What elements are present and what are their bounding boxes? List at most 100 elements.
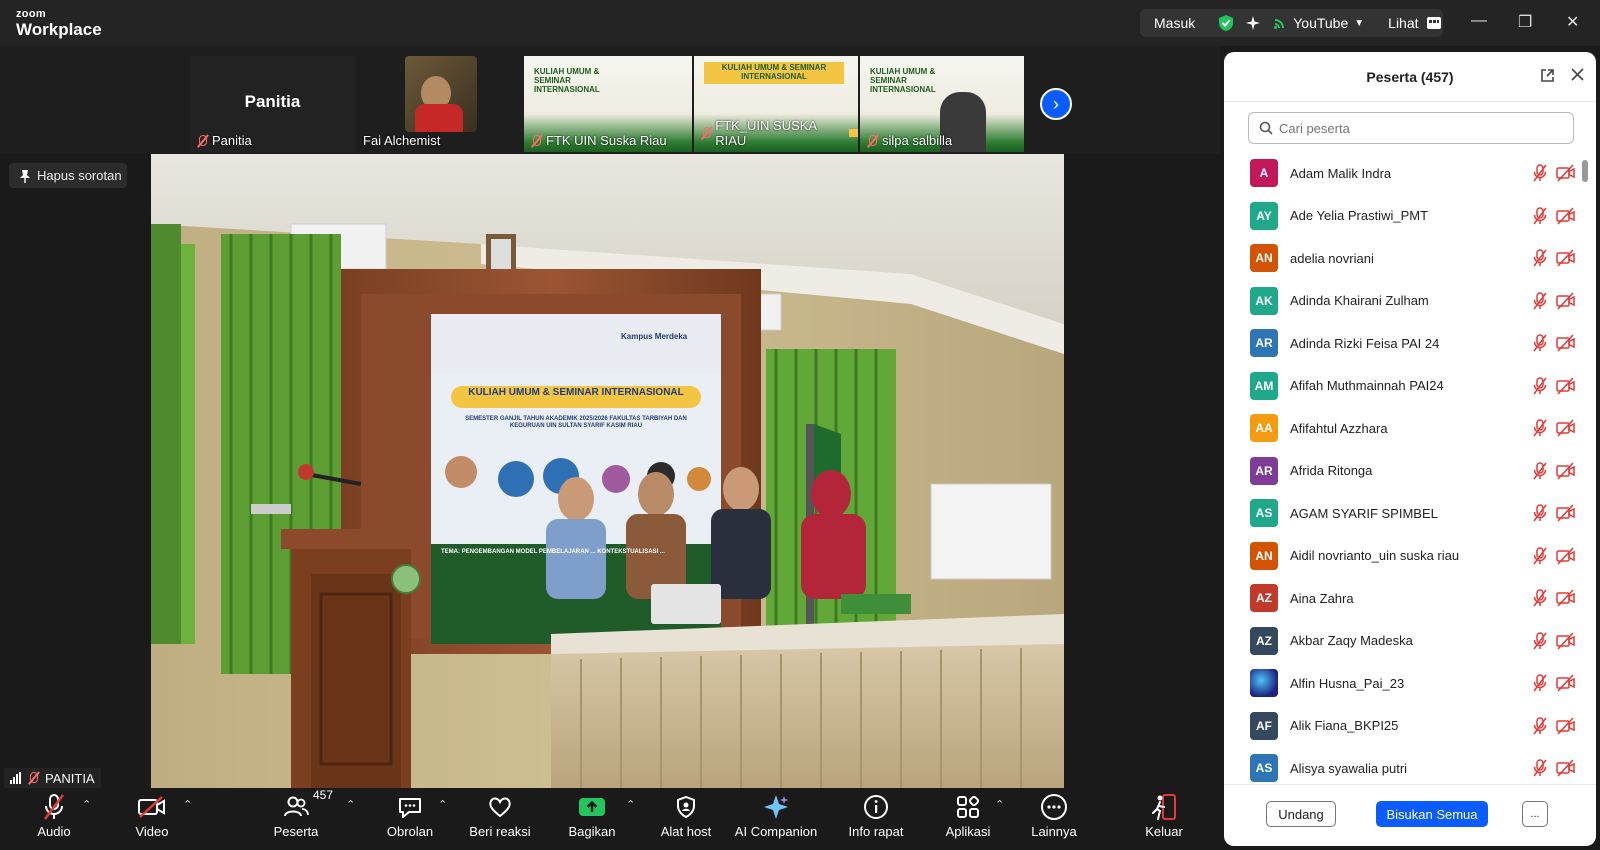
video-options-chevron-icon[interactable]: ⌃ <box>183 798 192 811</box>
participant-status-icons <box>1532 164 1576 182</box>
participant-row[interactable]: AZ Akbar Zaqy Madeska <box>1224 620 1584 663</box>
participant-row[interactable]: AF Alik Fiana_BKPI25 <box>1224 705 1584 748</box>
shield-icon[interactable] <box>1217 14 1235 32</box>
participants-panel: Peserta (457) A Adam Malik Indra AY Ade Yel… <box>1224 52 1596 846</box>
meeting-toolbar: Audio ⌃ Video ⌃ Peserta 457 ⌃ Obrolan ⌃ … <box>0 788 1220 850</box>
tile-panitia[interactable]: Panitia Panitia <box>190 56 355 152</box>
participant-name: Adinda Rizki Feisa PAI 24 <box>1290 335 1440 351</box>
participant-row[interactable]: AR Afrida Ritonga <box>1224 450 1584 493</box>
tile-ftk-uin-suska-riau[interactable]: KULIAH UMUM & SEMINAR INTERNASIONAL FTK … <box>524 56 692 152</box>
heart-icon <box>489 797 511 818</box>
minimize-icon[interactable]: — <box>1471 12 1487 30</box>
close-panel-icon[interactable] <box>1571 68 1584 87</box>
popout-icon[interactable] <box>1540 68 1555 87</box>
mic-muted-icon <box>1533 206 1547 224</box>
participant-row[interactable]: AM Afifah Muthmainnah PAI24 <box>1224 365 1584 408</box>
participant-row[interactable]: AY Ade Yelia Prastiwi_PMT <box>1224 195 1584 238</box>
share-options-chevron-icon[interactable]: ⌃ <box>626 798 635 811</box>
video-off-icon <box>1556 164 1575 182</box>
participant-row[interactable]: AR Adinda Rizki Feisa PAI 24 <box>1224 322 1584 365</box>
apps-label: Aplikasi <box>945 824 991 839</box>
share-label: Bagikan <box>568 824 616 839</box>
stream-icon <box>1274 19 1285 29</box>
participant-name: Afrida Ritonga <box>1290 463 1373 479</box>
video-banner-theme: TEMA: PENGEMBANGAN MODEL PEMBELAJARAN ..… <box>441 549 665 555</box>
participant-status-icons <box>1532 759 1576 777</box>
mic-muted-icon <box>1533 334 1547 352</box>
grid-view-icon <box>1426 17 1441 29</box>
banner-text: KULIAH UMUM & SEMINAR INTERNASIONAL <box>870 67 936 94</box>
chat-icon <box>399 798 421 818</box>
video-off-icon <box>1556 249 1575 267</box>
video-off-icon <box>1556 461 1575 480</box>
participant-name: Adinda Khairani Zulham <box>1290 293 1429 309</box>
participant-name: Afifahtul Azzhara <box>1290 420 1388 436</box>
participant-row[interactable]: AZ Aina Zahra <box>1224 577 1584 620</box>
apps-icon <box>957 795 980 818</box>
tile-ftk-uin-suska-riau-2[interactable]: KULIAH UMUM & SEMINAR INTERNASIONAL FTK_… <box>694 56 858 152</box>
participant-row[interactable]: AN Aidil novrianto_uin suska riau <box>1224 535 1584 578</box>
participant-row[interactable]: AA Afifahtul Azzhara <box>1224 407 1584 450</box>
avatar: AK <box>1250 286 1278 315</box>
avatar: AS <box>1250 499 1278 528</box>
logo-big: Workplace <box>16 20 102 39</box>
pin-icon <box>20 169 30 183</box>
mute-all-button[interactable]: Bisukan Semua <box>1376 801 1488 827</box>
next-page-button[interactable]: › <box>1040 88 1072 120</box>
meeting-info-button[interactable]: Info rapat <box>828 792 924 848</box>
participant-row[interactable]: A Adam Malik Indra <box>1224 152 1584 195</box>
participant-list-scrollbar[interactable] <box>1582 160 1588 182</box>
host-tools-button[interactable]: Alat host <box>638 792 734 848</box>
remove-spotlight-button[interactable]: Hapus sorotan <box>9 163 127 188</box>
leave-icon <box>1152 794 1176 820</box>
participants-options-chevron-icon[interactable]: ⌃ <box>346 798 355 811</box>
more-button[interactable]: Lainnya <box>1006 792 1102 848</box>
invite-button[interactable]: Undang <box>1266 801 1336 827</box>
avatar: AA <box>1250 414 1278 443</box>
more-options-button[interactable]: ... <box>1522 801 1548 827</box>
apps-options-chevron-icon[interactable]: ⌃ <box>995 798 1004 811</box>
avatar <box>1250 669 1278 698</box>
ai-companion-button[interactable]: AI Companion <box>728 792 824 848</box>
avatar: AF <box>1250 711 1278 740</box>
video-label: Video <box>135 824 169 839</box>
participants-label: Peserta <box>273 824 319 839</box>
tile-fai-alchemist[interactable]: Fai Alchemist <box>357 56 522 152</box>
tile-name: FTK UIN Suska Riau <box>530 133 667 148</box>
restore-icon[interactable]: ❐ <box>1518 12 1532 32</box>
avatar: AN <box>1250 541 1278 570</box>
participant-row[interactable]: AS AGAM SYARIF SPIMBEL <box>1224 492 1584 535</box>
search-icon <box>1259 121 1273 135</box>
sparkle-icon[interactable] <box>1245 15 1261 31</box>
participant-row[interactable]: Alfin Husna_Pai_23 <box>1224 662 1584 705</box>
mic-muted-icon <box>1533 589 1547 607</box>
info-icon <box>864 795 888 819</box>
participant-row[interactable]: AK Adinda Khairani Zulham <box>1224 280 1584 323</box>
mic-muted-icon <box>1533 546 1547 564</box>
view-button[interactable]: Lihat <box>1388 15 1441 31</box>
participant-search[interactable] <box>1248 112 1574 144</box>
participant-row[interactable]: AS Alisya syawalia putri <box>1224 747 1584 784</box>
participant-status-icons <box>1532 589 1576 607</box>
reaction-label: Beri reaksi <box>469 824 531 839</box>
participant-row[interactable]: AN adelia novriani <box>1224 237 1584 280</box>
self-view-label: PANITIA <box>4 768 101 788</box>
participant-status-icons <box>1532 716 1576 735</box>
banner-text: KULIAH UMUM & SEMINAR INTERNASIONAL <box>534 67 600 94</box>
chat-options-chevron-icon[interactable]: ⌃ <box>438 798 447 811</box>
host-shield-icon <box>677 795 695 819</box>
share-screen-icon <box>579 798 605 816</box>
tile-silpa-salbilla[interactable]: KULIAH UMUM & SEMINAR INTERNASIONAL silp… <box>860 56 1024 152</box>
search-input[interactable] <box>1279 120 1559 136</box>
participant-status-icons <box>1532 504 1576 522</box>
audio-options-chevron-icon[interactable]: ⌃ <box>82 798 91 811</box>
participant-status-icons <box>1532 206 1576 225</box>
reaction-button[interactable]: Beri reaksi <box>452 792 548 848</box>
close-icon[interactable]: ✕ <box>1566 12 1579 32</box>
leave-button[interactable]: Keluar <box>1116 792 1212 848</box>
tile-name: Fai Alchemist <box>363 133 441 148</box>
titlebar-controls: Masuk YouTube ▼ Lihat <box>1140 9 1443 37</box>
sign-in-button[interactable]: Masuk <box>1154 15 1195 31</box>
participant-status-icons <box>1532 546 1576 565</box>
youtube-stream-button[interactable]: YouTube ▼ <box>1273 15 1364 31</box>
